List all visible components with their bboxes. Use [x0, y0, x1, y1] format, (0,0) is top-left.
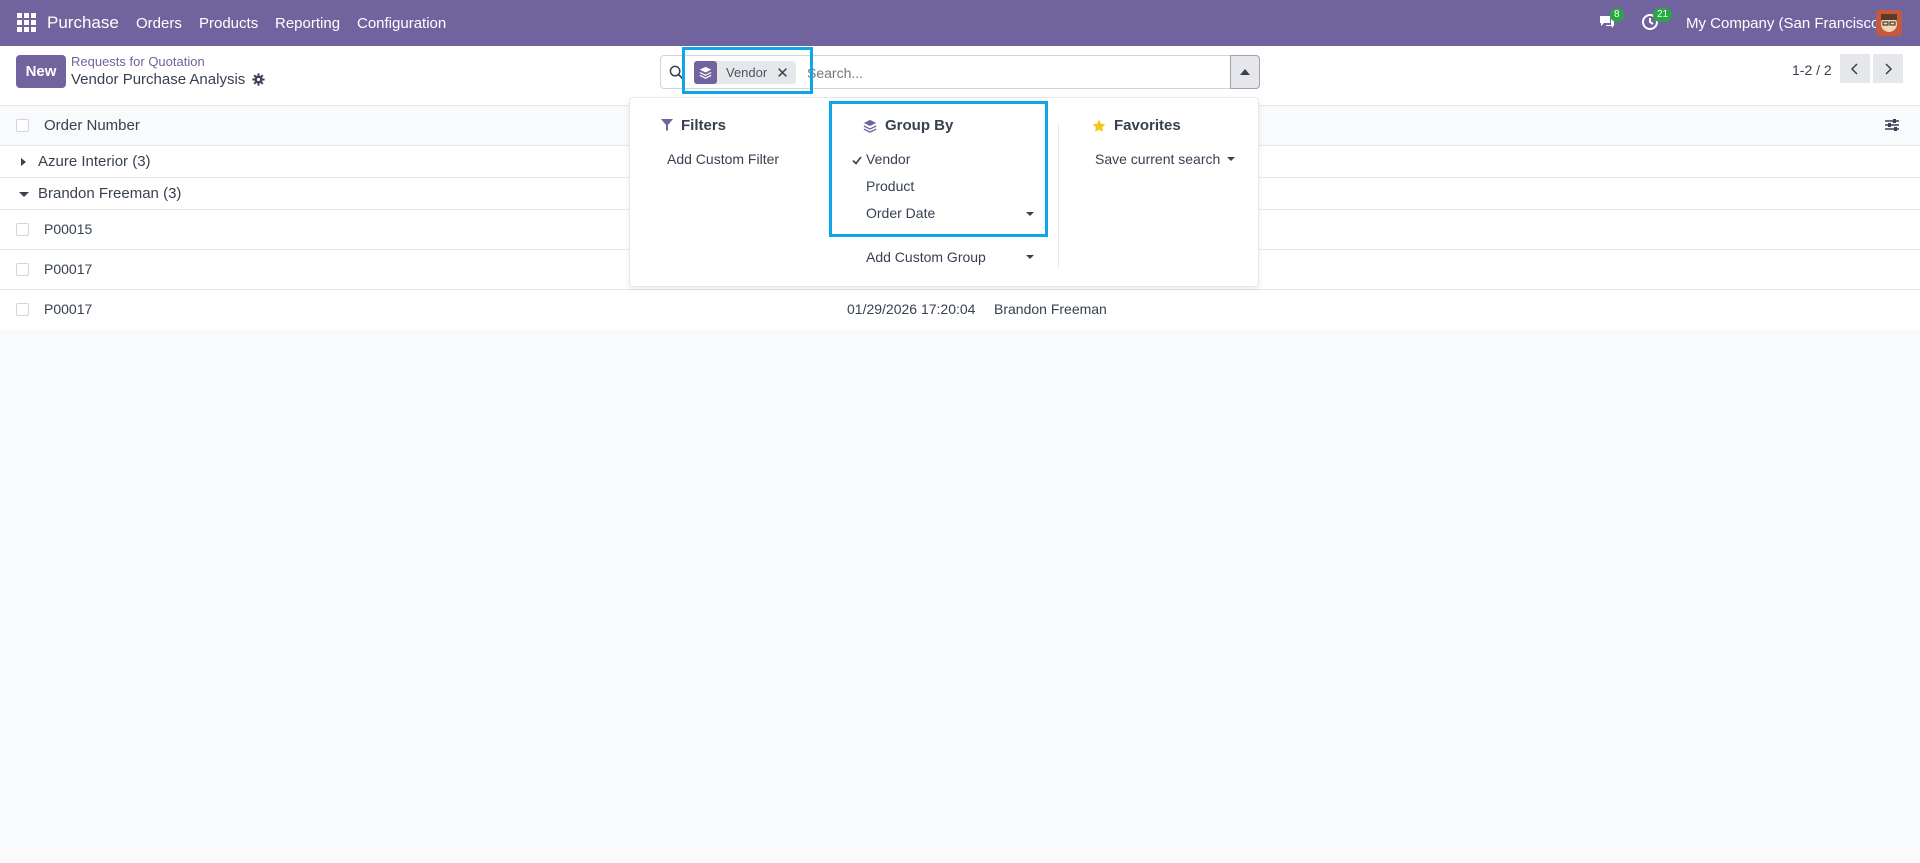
- vendor-cell: Brandon Freeman: [994, 301, 1107, 317]
- pager-value[interactable]: 1-2 / 2: [1792, 62, 1832, 78]
- favorites-title: Favorites: [1114, 117, 1181, 134]
- messages-icon[interactable]: 8: [1598, 8, 1624, 33]
- company-switcher[interactable]: My Company (San Francisco): [1686, 15, 1884, 32]
- menu-products[interactable]: Products: [199, 15, 258, 32]
- breadcrumb-link[interactable]: Requests for Quotation: [71, 54, 205, 69]
- layers-icon: [863, 119, 877, 133]
- facet-label: Vendor: [726, 65, 768, 80]
- filters-title: Filters: [681, 117, 727, 134]
- filter-icon: [661, 119, 673, 131]
- group-by-vendor[interactable]: Vendor: [866, 151, 910, 167]
- apps-menu-icon[interactable]: [17, 13, 36, 32]
- group-by-header: Group By: [863, 117, 953, 134]
- star-icon: [1092, 119, 1106, 132]
- search-icon: [669, 65, 684, 80]
- add-custom-filter[interactable]: Add Custom Filter: [667, 151, 779, 167]
- new-button[interactable]: New: [16, 55, 66, 88]
- check-icon: [852, 156, 862, 165]
- app-brand[interactable]: Purchase: [47, 13, 119, 33]
- page-title: Vendor Purchase Analysis: [71, 71, 265, 88]
- search-options-dropdown: Filters Add Custom Filter Group By Vendo…: [629, 97, 1259, 287]
- save-current-search[interactable]: Save current search: [1095, 151, 1220, 167]
- top-navbar: Purchase Orders Products Reporting Confi…: [0, 0, 1920, 46]
- gear-icon[interactable]: [252, 73, 265, 86]
- close-icon[interactable]: ✕: [776, 64, 796, 82]
- favorites-header: Favorites: [1092, 117, 1181, 134]
- caret-down-icon[interactable]: [1026, 255, 1034, 259]
- divider: [1058, 124, 1059, 268]
- row-checkbox[interactable]: [16, 223, 29, 236]
- messages-badge: 8: [1610, 8, 1624, 22]
- filters-header: Filters: [661, 117, 726, 134]
- layers-icon: [694, 61, 717, 84]
- group-by-product[interactable]: Product: [866, 178, 914, 194]
- select-all-checkbox[interactable]: [16, 119, 29, 132]
- chevron-left-icon: [1850, 62, 1858, 75]
- menu-orders[interactable]: Orders: [136, 15, 182, 32]
- caret-down-icon: [19, 192, 29, 197]
- add-custom-group[interactable]: Add Custom Group: [866, 249, 986, 265]
- table-row[interactable]: P00017 01/29/2026 17:20:04 Brandon Freem…: [0, 290, 1920, 330]
- column-order-number[interactable]: Order Number: [44, 117, 140, 134]
- menu-configuration[interactable]: Configuration: [357, 15, 446, 32]
- search-options-toggle[interactable]: [1230, 55, 1260, 89]
- order-number-cell: P00015: [44, 221, 93, 237]
- column-settings-icon[interactable]: [1884, 118, 1900, 132]
- caret-down-icon: [1026, 212, 1034, 216]
- chevron-right-icon: [1885, 62, 1893, 75]
- group-label: Azure Interior (3): [38, 153, 151, 170]
- group-by-order-date[interactable]: Order Date: [866, 205, 935, 221]
- caret-up-icon: [1240, 69, 1250, 75]
- order-number-cell: P00017: [44, 261, 93, 277]
- order-date-cell: 01/29/2026 17:20:04: [847, 301, 976, 317]
- search-bar: Vendor ✕: [660, 55, 1260, 89]
- activities-badge: 21: [1653, 8, 1673, 22]
- caret-down-icon: [1227, 157, 1235, 161]
- empty-area: [0, 329, 1920, 863]
- group-label: Brandon Freeman (3): [38, 185, 182, 202]
- row-checkbox[interactable]: [16, 303, 29, 316]
- group-by-title: Group By: [885, 117, 954, 134]
- order-number-cell: P00017: [44, 301, 93, 317]
- row-checkbox[interactable]: [16, 263, 29, 276]
- user-avatar[interactable]: [1876, 10, 1902, 36]
- page-title-text: Vendor Purchase Analysis: [71, 71, 246, 88]
- pager-next-button[interactable]: [1873, 54, 1903, 83]
- pager-previous-button[interactable]: [1840, 54, 1870, 83]
- menu-reporting[interactable]: Reporting: [275, 15, 340, 32]
- activities-icon[interactable]: 21: [1641, 8, 1673, 33]
- caret-right-icon: [21, 158, 26, 166]
- search-facet-vendor[interactable]: Vendor ✕: [694, 61, 796, 84]
- search-input[interactable]: [807, 63, 1107, 83]
